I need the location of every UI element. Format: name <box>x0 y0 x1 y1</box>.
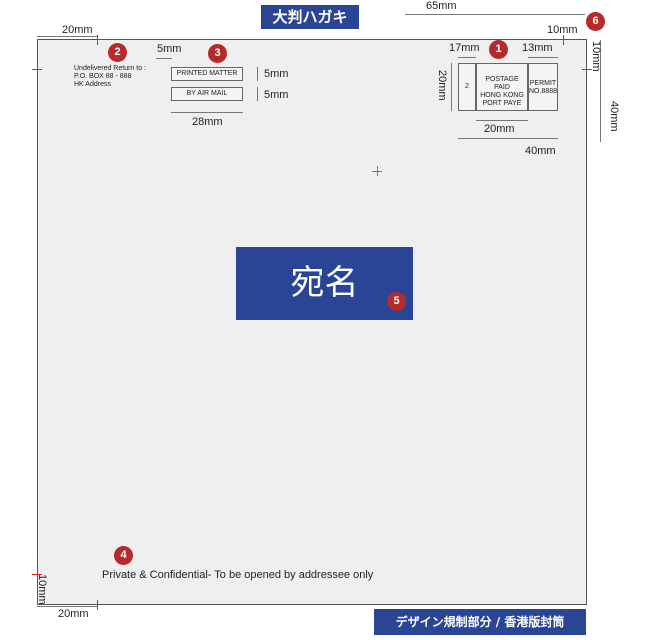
center-mark-v <box>377 166 378 176</box>
dim-10mm-right-label: 10mm <box>590 41 602 72</box>
marker-3: 3 <box>208 44 227 63</box>
marker-2: 2 <box>108 43 127 62</box>
red-tick-top-right <box>563 35 564 45</box>
addressee-label: 宛名 <box>290 263 359 303</box>
by-air-mail-label: BY AIR MAIL <box>171 87 243 101</box>
dim-5mm-gap-line <box>156 58 172 59</box>
permit-line-1: PERMIT <box>529 80 557 87</box>
marker-5: 5 <box>387 292 406 311</box>
return-address-line-2: P.O. BOX 88 - 888 <box>74 73 132 80</box>
dim-20mm-height-label: 20mm <box>436 70 448 101</box>
dim-17mm-label: 17mm <box>449 42 480 54</box>
postage-line-2: HONG KONG <box>480 92 524 99</box>
red-tick-left-top <box>32 69 42 70</box>
red-tick-top-left <box>97 35 98 45</box>
postage-left-box: 2 <box>458 63 476 111</box>
dim-65mm-label: 65mm <box>426 0 457 12</box>
printed-matter-label: PRINTED MATTER <box>171 67 243 81</box>
dim-5mm-2-label: 5mm <box>264 89 289 101</box>
dim-17mm-line <box>458 57 476 58</box>
dim-40mm-width-label: 40mm <box>525 145 556 157</box>
dim-40mm-width-line <box>458 138 558 139</box>
postage-line-1: POSTAGE PAID <box>485 76 519 91</box>
dim-20mm-height-bracket <box>451 63 452 111</box>
addressee-block: 宛名 <box>236 247 413 320</box>
permit-line-2: NO.8888 <box>529 88 558 95</box>
dim-10mm-left-bottom-label: 10mm <box>36 574 48 605</box>
dim-20mm-top-line <box>37 36 97 37</box>
page-title: 大判ハガキ <box>261 5 359 29</box>
dim-20mm-width-label: 20mm <box>484 123 515 135</box>
postage-paid-box: POSTAGE PAID HONG KONG PORT PAYE <box>476 63 528 111</box>
dim-5mm-1-label: 5mm <box>264 68 289 80</box>
dim-20mm-width-line <box>476 120 528 121</box>
dim-28mm-label: 28mm <box>192 116 223 128</box>
postage-line-3: PORT PAYE <box>482 100 522 107</box>
red-tick-bottom-left <box>97 600 98 610</box>
return-address-line-1: Undelivered Return to : <box>74 65 146 72</box>
permit-box: PERMIT NO.8888 <box>528 63 558 111</box>
dim-5mm-gap-label: 5mm <box>157 43 182 55</box>
dim-5mm-1-bracket <box>257 67 258 81</box>
return-address: Undelivered Return to : P.O. BOX 88 - 88… <box>74 65 146 89</box>
marker-4: 4 <box>114 546 133 565</box>
marker-6: 6 <box>586 12 605 31</box>
dim-40mm-height-bracket <box>600 70 601 142</box>
marker-1: 1 <box>489 40 508 59</box>
dim-13mm-label: 13mm <box>522 42 553 54</box>
dim-13mm-line <box>528 57 558 58</box>
return-address-line-3: HK Address <box>74 81 111 88</box>
dim-40mm-height-label: 40mm <box>608 101 620 132</box>
dim-20mm-bottom-label: 20mm <box>58 608 89 620</box>
confidential-text: Private & Confidential- To be opened by … <box>102 569 374 581</box>
dim-20mm-bottom-line <box>37 606 97 607</box>
dim-20mm-top-label: 20mm <box>62 24 93 36</box>
dim-65mm-line <box>405 14 585 15</box>
dim-28mm-line <box>171 112 243 113</box>
footer-label: デザイン規制部分 / 香港版封筒 <box>374 609 586 635</box>
dim-5mm-2-bracket <box>257 87 258 101</box>
